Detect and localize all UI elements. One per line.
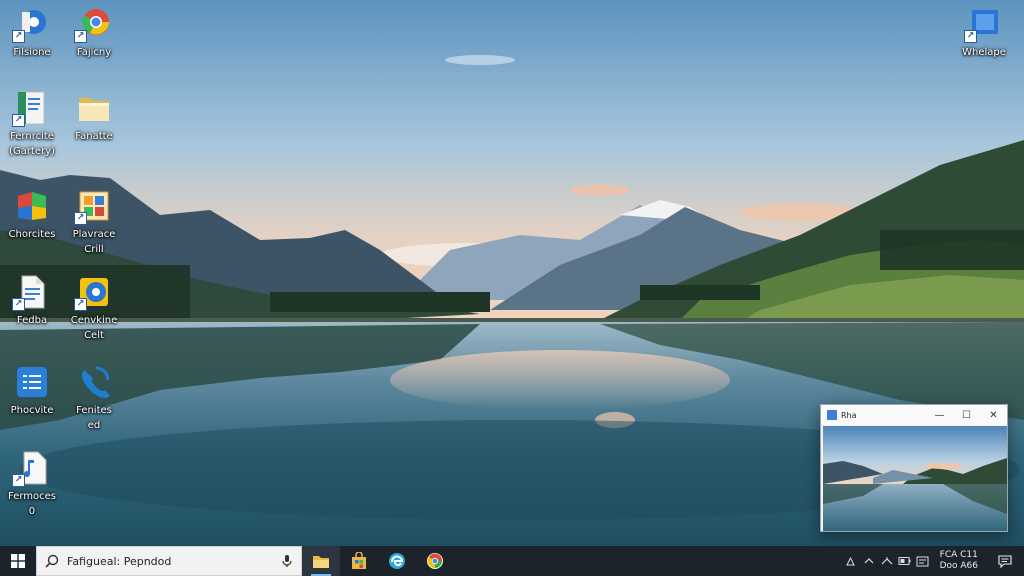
desktop-icon-label: Fenites ed — [76, 405, 112, 431]
search-input[interactable] — [67, 554, 281, 568]
taskbar-edge[interactable] — [378, 546, 416, 576]
checklist-icon — [14, 364, 50, 400]
desktop-icon-chorcites[interactable]: Chorcites — [0, 188, 64, 242]
desktop-icon-fedba[interactable]: ↗ Fedba — [0, 274, 64, 328]
disc-app-icon: ↗ — [12, 6, 50, 43]
phone-icon — [76, 364, 112, 400]
photo-viewer-window[interactable]: Rha — ☐ ✕ — [820, 404, 1008, 532]
network-icon[interactable] — [878, 546, 896, 576]
close-button[interactable]: ✕ — [980, 405, 1007, 425]
taskbar-file-explorer[interactable] — [302, 546, 340, 576]
taskbar-chrome[interactable] — [416, 546, 454, 576]
shortcut-arrow-icon: ↗ — [964, 30, 977, 43]
colored-blocks-icon — [14, 188, 50, 224]
notification-icon — [998, 554, 1012, 568]
show-hidden-icons-chevron-up-icon[interactable] — [860, 546, 878, 576]
window-app-icon: ↗ — [964, 6, 1002, 43]
music-file-icon: ↗ — [12, 450, 50, 487]
desktop-icon-label: Cenvkine Celt — [70, 315, 118, 341]
system-tray: FCA C11 Doo A66 — [842, 546, 1024, 576]
desktop-icon-label: Whelape — [962, 47, 1006, 58]
photo-preview — [823, 426, 1007, 531]
chrome-icon: ↗ — [74, 6, 112, 43]
app-icon — [827, 410, 837, 420]
desktop-icon-whelape[interactable]: ↗ Whelape — [952, 6, 1016, 60]
people-icon[interactable] — [842, 546, 860, 576]
folder-icon — [76, 90, 112, 126]
desktop-icon-fanatte[interactable]: Fanatte — [62, 90, 126, 144]
desktop-icon-label: Fernrcite (Gartery) — [9, 131, 55, 157]
desktop-icon-label: Filsione — [13, 47, 51, 58]
desktop-icon-fenites[interactable]: Fenites ed — [62, 364, 126, 433]
battery-icon[interactable] — [896, 546, 914, 576]
windows-logo-icon — [11, 554, 25, 568]
desktop-icon-plavrace[interactable]: ↗ Plavrace Crill — [62, 188, 126, 257]
desktop-icon-label: Fermoces 0 — [7, 491, 56, 517]
desktop-icon-label: Phocvite — [10, 405, 54, 416]
shortcut-arrow-icon: ↗ — [74, 298, 87, 311]
taskbar-clock[interactable]: FCA C11 Doo A66 — [932, 550, 986, 572]
window-titlebar[interactable]: Rha — ☐ ✕ — [821, 405, 1007, 425]
shortcut-arrow-icon: ↗ — [12, 114, 25, 127]
volume-icon[interactable] — [914, 546, 932, 576]
control-panel-icon: ↗ — [74, 188, 112, 225]
desktop-icon-label: Plavrace Crill — [72, 229, 116, 255]
taskbar-search[interactable] — [36, 546, 302, 576]
minimize-button[interactable]: — — [926, 405, 953, 425]
desktop-icon-fajicny[interactable]: ↗ Fajicny — [62, 6, 126, 60]
microphone-icon[interactable] — [281, 554, 293, 568]
shortcut-arrow-icon: ↗ — [74, 30, 87, 43]
chrome-icon — [427, 553, 443, 569]
desktop-icon-fernrcite[interactable]: ↗ Fernrcite (Gartery) — [0, 90, 64, 159]
shortcut-arrow-icon: ↗ — [12, 298, 25, 311]
desktop-icon-cenvkine[interactable]: ↗ Cenvkine Celt — [62, 274, 126, 343]
notebook-icon: ↗ — [12, 90, 50, 127]
clock-date: Doo A66 — [939, 561, 978, 571]
desktop-icon-label: Chorcites — [8, 229, 56, 240]
file-explorer-icon — [313, 556, 329, 568]
start-button[interactable] — [0, 546, 36, 576]
clock-time: FCA C11 — [939, 550, 978, 560]
action-center-button[interactable] — [986, 546, 1024, 576]
maximize-button[interactable]: ☐ — [953, 405, 980, 425]
taskbar-store[interactable] — [340, 546, 378, 576]
desktop-icon-label: Fajicny — [76, 47, 112, 58]
taskbar: FCA C11 Doo A66 — [0, 546, 1024, 576]
desktop-icon-filsione[interactable]: ↗ Filsione — [0, 6, 64, 60]
store-icon — [352, 552, 366, 569]
desktop-icon-label: Fanatte — [75, 131, 113, 142]
shortcut-arrow-icon: ↗ — [12, 474, 25, 487]
shortcut-arrow-icon: ↗ — [12, 30, 25, 43]
desktop-icon-phocvite[interactable]: Phocvite — [0, 364, 64, 418]
chrome-blue-icon: ↗ — [74, 274, 112, 311]
shortcut-arrow-icon: ↗ — [74, 212, 87, 225]
desktop-icon-fermoces[interactable]: ↗ Fermoces 0 — [0, 450, 64, 519]
edge-icon — [389, 553, 405, 569]
search-icon — [45, 554, 59, 568]
desktop-icon-label: Fedba — [16, 315, 48, 326]
document-icon: ↗ — [12, 274, 50, 311]
window-title: Rha — [841, 410, 857, 420]
